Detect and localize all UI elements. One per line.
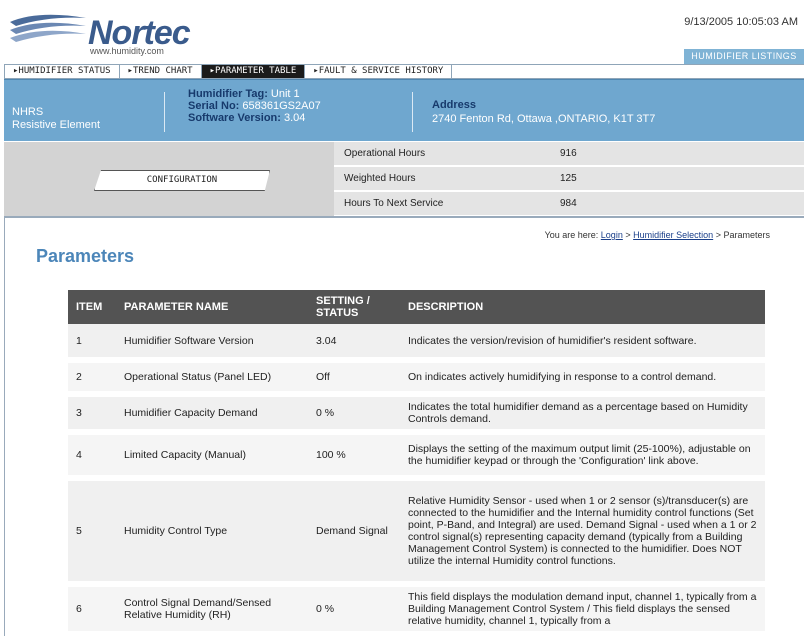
hours-value: 125: [560, 173, 577, 184]
breadcrumb-selection-link[interactable]: Humidifier Selection: [633, 230, 713, 240]
table-header-row: ITEM PARAMETER NAME SETTING / STATUS DES…: [68, 290, 765, 324]
item-cell: 3: [68, 394, 116, 435]
item-cell: 1: [68, 324, 116, 363]
item-cell: 6: [68, 584, 116, 636]
setting-cell: 0 %: [308, 584, 400, 636]
brand-url: www.humidity.com: [90, 46, 164, 56]
hours-panel: Operational Hours 916 Weighted Hours 125…: [334, 142, 804, 216]
nortec-logo[interactable]: Nortec www.humidity.com: [8, 8, 198, 56]
content-border: [4, 218, 5, 636]
hours-row: Hours To Next Service 984: [334, 192, 804, 216]
address-label: Address: [432, 99, 477, 111]
parameter-name-cell: Humidifier Capacity Demand: [116, 394, 308, 435]
header-description: DESCRIPTION: [400, 290, 765, 324]
breadcrumb-prefix: You are here:: [544, 230, 599, 240]
parameter-name-cell: Humidity Control Type: [116, 478, 308, 587]
description-cell: This field displays the modulation deman…: [400, 584, 765, 636]
parameter-name-cell: Limited Capacity (Manual): [116, 432, 308, 481]
hours-label: Operational Hours: [344, 148, 426, 159]
parameter-name-cell: Operational Status (Panel LED): [116, 360, 308, 397]
hours-label: Weighted Hours: [344, 173, 416, 184]
breadcrumb: You are here: Login > Humidifier Selecti…: [545, 230, 770, 240]
top-nav: ▸HUMIDIFIER STATUS ▸TREND CHART ▸PARAMET…: [4, 64, 804, 79]
header-parameter-name: PARAMETER NAME: [116, 290, 308, 324]
address-block: Address 2740 Fenton Rd, Ottawa ,ONTARIO,…: [432, 98, 655, 126]
humidifier-info-strip: NHRS Resistive Element Humidifier Tag: U…: [4, 79, 804, 141]
hours-row: Weighted Hours 125: [334, 167, 804, 191]
setting-cell: 0 %: [308, 394, 400, 435]
item-cell: 5: [68, 478, 116, 587]
description-cell: On indicates actively humidifying in res…: [400, 360, 765, 397]
table-row: 1 Humidifier Software Version 3.04 Indic…: [68, 324, 765, 363]
serial-value: 658361GS2A07: [242, 100, 321, 112]
unit-details: Humidifier Tag: Unit 1 Serial No: 658361…: [188, 88, 321, 124]
item-cell: 2: [68, 360, 116, 397]
tab-fault-service-history[interactable]: ▸FAULT & SERVICE HISTORY: [305, 65, 453, 78]
setting-cell: 100 %: [308, 432, 400, 481]
header: Nortec www.humidity.com 9/13/2005 10:05:…: [0, 0, 804, 64]
header-setting-status: SETTING / STATUS: [308, 290, 400, 324]
table-row: 5 Humidity Control Type Demand Signal Re…: [68, 478, 765, 587]
serial-label: Serial No:: [188, 100, 240, 112]
hours-value: 916: [560, 148, 577, 159]
hours-value: 984: [560, 198, 577, 209]
parameters-table: ITEM PARAMETER NAME SETTING / STATUS DES…: [68, 290, 765, 636]
table-row: 4 Limited Capacity (Manual) 100 % Displa…: [68, 432, 765, 481]
section-divider: [4, 216, 804, 218]
breadcrumb-separator: >: [715, 230, 721, 240]
hours-label: Hours To Next Service: [344, 198, 444, 209]
page-title: Parameters: [36, 246, 135, 266]
software-label: Software Version:: [188, 112, 281, 124]
info-divider: [412, 92, 413, 132]
breadcrumb-separator: >: [625, 230, 631, 240]
parameter-name-cell: Control Signal Demand/Sensed Relative Hu…: [116, 584, 308, 636]
configuration-button[interactable]: CONFIGURATION: [94, 170, 270, 191]
table-row: 3 Humidifier Capacity Demand 0 % Indicat…: [68, 394, 765, 435]
description-cell: Indicates the version/revision of humidi…: [400, 324, 765, 363]
info-divider: [164, 92, 165, 132]
item-cell: 4: [68, 432, 116, 481]
tag-label: Humidifier Tag:: [188, 88, 268, 100]
description-cell: Relative Humidity Sensor - used when 1 o…: [400, 478, 765, 587]
setting-cell: Demand Signal: [308, 478, 400, 587]
description-cell: Displays the setting of the maximum outp…: [400, 432, 765, 481]
logo-swoosh-icon: [10, 14, 86, 42]
address-value: 2740 Fenton Rd, Ottawa ,ONTARIO, K1T 3T7: [432, 113, 656, 125]
current-datetime: 9/13/2005 10:05:03 AM: [684, 16, 798, 28]
model-info: NHRS Resistive Element: [12, 106, 100, 132]
model-type: Resistive Element: [12, 119, 101, 131]
header-item: ITEM: [68, 290, 116, 324]
breadcrumb-login-link[interactable]: Login: [601, 230, 623, 240]
humidifier-listings-tab[interactable]: HUMIDIFIER LISTINGS: [684, 49, 804, 64]
tab-parameter-table[interactable]: ▸PARAMETER TABLE: [201, 65, 306, 78]
tab-humidifier-status[interactable]: ▸HUMIDIFIER STATUS: [5, 65, 120, 78]
table-row: 2 Operational Status (Panel LED) Off On …: [68, 360, 765, 397]
tab-trend-chart[interactable]: ▸TREND CHART: [120, 65, 202, 78]
software-value: 3.04: [283, 112, 306, 124]
table-row: 6 Control Signal Demand/Sensed Relative …: [68, 584, 765, 636]
model-name: NHRS: [12, 106, 44, 118]
breadcrumb-current: Parameters: [723, 230, 770, 240]
configuration-panel: CONFIGURATION: [4, 142, 334, 216]
parameter-name-cell: Humidifier Software Version: [116, 324, 308, 363]
description-cell: Indicates the total humidifier demand as…: [400, 394, 765, 435]
setting-cell: Off: [308, 360, 400, 397]
tag-value: Unit 1: [270, 88, 300, 100]
setting-cell: 3.04: [308, 324, 400, 363]
hours-row: Operational Hours 916: [334, 142, 804, 166]
